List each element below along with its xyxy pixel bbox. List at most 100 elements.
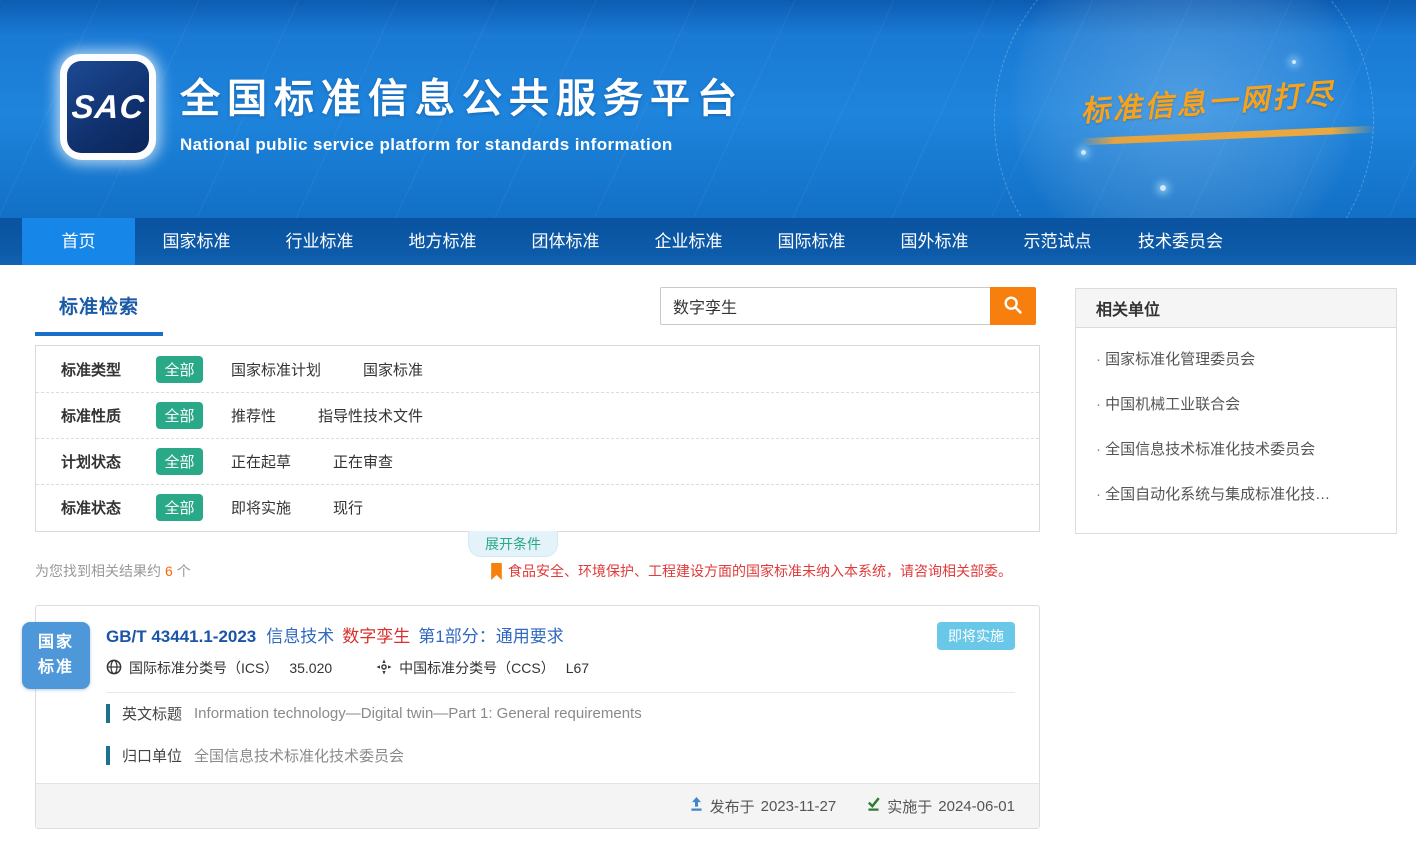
- search-box: [660, 287, 1036, 325]
- sac-logo-text: SAC: [70, 88, 147, 126]
- ics-meta: 国际标准分类号（ICS） 35.020: [106, 658, 332, 678]
- nav-item-group-standards[interactable]: 团体标准: [504, 218, 627, 265]
- results-summary-suffix: 个: [177, 563, 191, 579]
- nav-item-industry-standards[interactable]: 行业标准: [258, 218, 381, 265]
- published-date: 2023-11-27: [761, 798, 837, 815]
- teal-bar: [106, 746, 110, 765]
- filter-label: 标准性质: [61, 405, 156, 426]
- implemented-label: 实施于: [887, 796, 932, 817]
- filter-option[interactable]: 正在审查: [333, 451, 393, 472]
- card-divider: [106, 692, 1015, 693]
- system-notice: 食品安全、环境保护、工程建设方面的国家标准未纳入本系统，请咨询相关部委。: [491, 561, 1040, 581]
- related-units-list: 国家标准化管理委员会 中国机械工业联合会 全国信息技术标准化技术委员会 全国自动…: [1076, 328, 1396, 516]
- filter-label: 计划状态: [61, 451, 156, 472]
- filter-option[interactable]: 国家标准计划: [231, 359, 321, 380]
- nav-item-home[interactable]: 首页: [22, 218, 135, 265]
- badge-line2: 标准: [38, 656, 74, 681]
- related-unit-link[interactable]: 全国信息技术标准化技术委员会: [1090, 426, 1396, 471]
- filter-option[interactable]: 推荐性: [231, 405, 276, 426]
- implemented-date: 2024-06-01: [938, 798, 1015, 815]
- standard-title-link[interactable]: GB/T 43441.1-2023 信息技术数字孪生第1部分：通用要求: [106, 622, 919, 647]
- results-count: 6: [165, 563, 173, 579]
- search-input[interactable]: [660, 287, 990, 325]
- badge-line1: 国家: [38, 631, 74, 656]
- filter-selected-all[interactable]: 全部: [156, 448, 203, 475]
- site-title-english: National public service platform for sta…: [180, 135, 744, 155]
- globe-dot: [1292, 60, 1296, 64]
- centralized-unit-row: 归口单位 全国信息技术标准化技术委员会: [106, 745, 404, 766]
- related-units-panel: 相关单位 国家标准化管理委员会 中国机械工业联合会 全国信息技术标准化技术委员会…: [1075, 288, 1397, 534]
- standard-title-segment: 信息技术: [266, 627, 334, 646]
- site-title-chinese: 全国标准信息公共服务平台: [180, 66, 744, 124]
- filter-option[interactable]: 现行: [333, 497, 363, 518]
- detail-value: 全国信息技术标准化技术委员会: [194, 745, 404, 766]
- site-titles: 全国标准信息公共服务平台 National public service pla…: [180, 66, 744, 155]
- page: SAC 全国标准信息公共服务平台 National public service…: [0, 0, 1416, 845]
- related-unit-link[interactable]: 国家标准化管理委员会: [1090, 336, 1396, 381]
- results-summary-prefix: 为您找到相关结果约: [35, 563, 161, 579]
- published-label: 发布于: [710, 796, 755, 817]
- related-unit-link[interactable]: 全国自动化系统与集成标准化技…: [1090, 471, 1396, 516]
- filter-option[interactable]: 即将实施: [231, 497, 291, 518]
- published-date-item: 发布于 2023-11-27: [689, 796, 837, 817]
- teal-bar: [106, 704, 110, 723]
- search-icon: [1002, 294, 1024, 319]
- sac-logo[interactable]: SAC: [60, 54, 156, 160]
- bookmark-icon: [491, 563, 502, 580]
- ccs-value: L67: [566, 660, 589, 676]
- search-section-title: 标准检索: [59, 297, 139, 318]
- filter-row-standard-nature: 标准性质 全部 推荐性 指导性技术文件: [36, 392, 1039, 438]
- filter-row-standard-type: 标准类型 全部 国家标准计划 国家标准: [36, 346, 1039, 392]
- ics-label: 国际标准分类号（ICS）: [129, 658, 278, 678]
- filter-row-plan-status: 计划状态 全部 正在起草 正在审查: [36, 438, 1039, 484]
- globe-dot: [1160, 185, 1166, 191]
- filter-selected-all[interactable]: 全部: [156, 494, 203, 521]
- compass-icon: [376, 659, 392, 678]
- globe-dot: [1081, 150, 1086, 155]
- results-summary: 为您找到相关结果约6个: [35, 561, 191, 581]
- standard-code: GB/T 43441.1-2023: [106, 627, 256, 646]
- implement-check-icon: [866, 796, 881, 816]
- filter-selected-all[interactable]: 全部: [156, 356, 203, 383]
- nav-item-enterprise-standards[interactable]: 企业标准: [627, 218, 750, 265]
- standard-title-highlight: 数字孪生: [342, 627, 410, 646]
- expand-conditions-button[interactable]: 展开条件: [468, 531, 558, 557]
- search-button[interactable]: [990, 287, 1036, 325]
- standard-title-rest: 第1部分：通用要求: [418, 627, 563, 646]
- nav-item-pilot[interactable]: 示范试点: [996, 218, 1119, 265]
- results-info-row: 为您找到相关结果约6个 食品安全、环境保护、工程建设方面的国家标准未纳入本系统，…: [35, 560, 1040, 582]
- filter-label: 标准状态: [61, 497, 156, 518]
- globe-icon: [106, 659, 122, 678]
- classification-meta-row: 国际标准分类号（ICS） 35.020 中国标准分类号（CCS） L67: [106, 658, 589, 678]
- related-units-header: 相关单位: [1076, 289, 1396, 328]
- result-card: 国家 标准 GB/T 43441.1-2023 信息技术数字孪生第1部分：通用要求…: [35, 605, 1040, 829]
- filter-option[interactable]: 正在起草: [231, 451, 291, 472]
- slogan: 标准信息一网打尽: [1080, 78, 1380, 139]
- detail-label: 英文标题: [122, 703, 182, 724]
- nav-item-technical-committee[interactable]: 技术委员会: [1119, 218, 1242, 265]
- english-title-row: 英文标题 Information technology—Digital twin…: [106, 703, 642, 724]
- national-standard-badge: 国家 标准: [22, 622, 90, 689]
- notice-text: 食品安全、环境保护、工程建设方面的国家标准未纳入本系统，请咨询相关部委。: [508, 561, 1012, 581]
- related-unit-link[interactable]: 中国机械工业联合会: [1090, 381, 1396, 426]
- ccs-meta: 中国标准分类号（CCS） L67: [376, 658, 589, 678]
- detail-value: Information technology—Digital twin—Part…: [194, 705, 642, 722]
- filter-selected-all[interactable]: 全部: [156, 402, 203, 429]
- nav-item-national-standards[interactable]: 国家标准: [135, 218, 258, 265]
- status-badge: 即将实施: [937, 622, 1015, 650]
- filter-option[interactable]: 国家标准: [363, 359, 423, 380]
- nav-item-international-standards[interactable]: 国际标准: [750, 218, 873, 265]
- filter-panel: 标准类型 全部 国家标准计划 国家标准 标准性质 全部 推荐性 指导性技术文件 …: [35, 345, 1040, 532]
- site-header: SAC 全国标准信息公共服务平台 National public service…: [0, 0, 1416, 218]
- search-section-tab[interactable]: 标准检索: [35, 292, 163, 336]
- main-nav: 首页 国家标准 行业标准 地方标准 团体标准 企业标准 国际标准 国外标准 示范…: [0, 218, 1416, 265]
- filter-label: 标准类型: [61, 359, 156, 380]
- ccs-label: 中国标准分类号（CCS）: [399, 658, 555, 678]
- nav-item-local-standards[interactable]: 地方标准: [381, 218, 504, 265]
- filter-option[interactable]: 指导性技术文件: [318, 405, 423, 426]
- nav-item-foreign-standards[interactable]: 国外标准: [873, 218, 996, 265]
- detail-label: 归口单位: [122, 745, 182, 766]
- card-footer: 发布于 2023-11-27 实施于 2024-06-01: [36, 783, 1039, 828]
- sac-logo-inner: SAC: [67, 61, 149, 153]
- filter-row-standard-status: 标准状态 全部 即将实施 现行: [36, 484, 1039, 530]
